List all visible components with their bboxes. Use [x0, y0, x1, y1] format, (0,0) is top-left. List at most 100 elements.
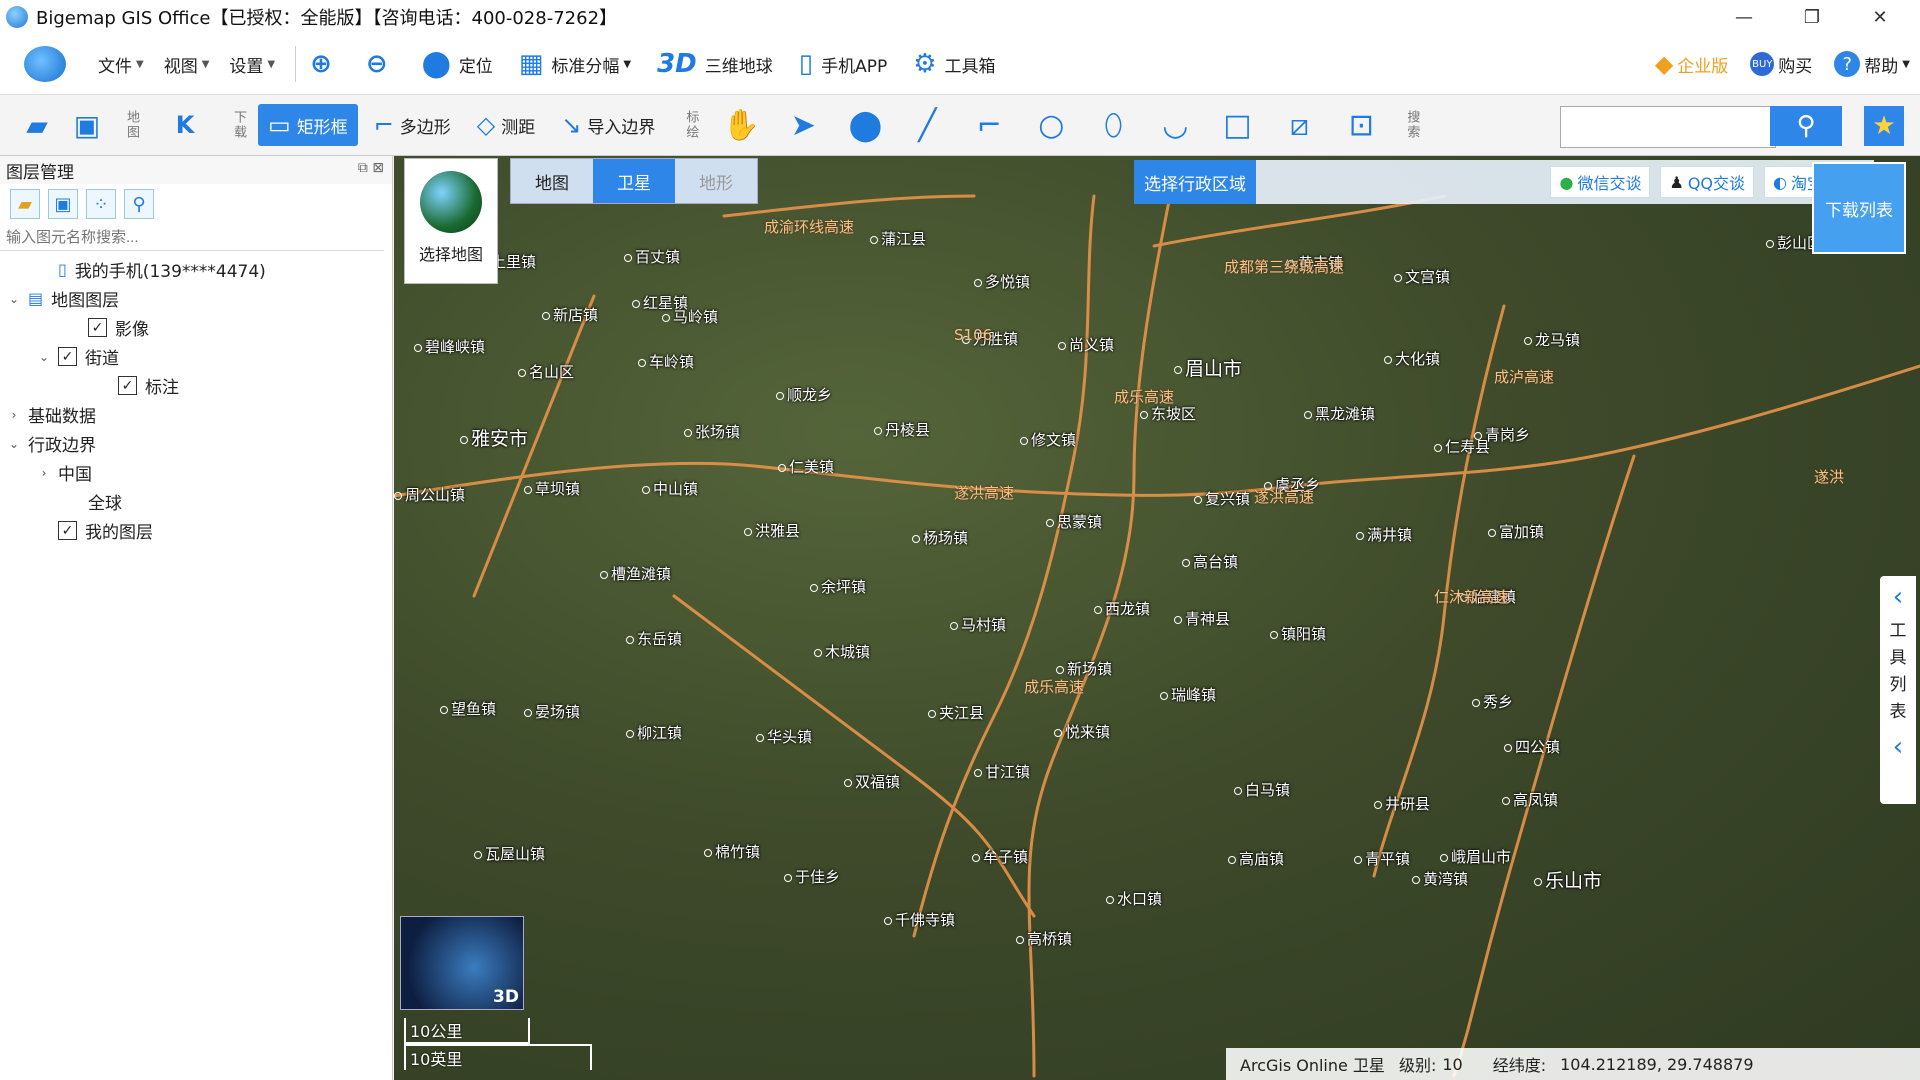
zoom-out-button[interactable]: ⊖ — [366, 51, 396, 77]
locate-button[interactable]: ⬤ 定位 — [422, 51, 493, 77]
mobile-app-button[interactable]: ▯ 手机APP — [799, 51, 887, 77]
chevron-down-icon: ▼ — [623, 58, 632, 70]
search-button[interactable]: ⚲ — [1770, 106, 1842, 146]
layer-checkbox[interactable]: ✓ — [88, 318, 107, 337]
place-marker-icon — [1534, 877, 1542, 886]
place-name: 乐山市 — [1545, 870, 1603, 892]
place-label: 黑龙滩镇 — [1304, 403, 1375, 424]
tree-item[interactable]: ⌄ 行政边界 — [0, 429, 392, 458]
layer-checkbox[interactable]: ✓ — [58, 347, 77, 366]
scatter-icon[interactable]: ⁘ — [86, 189, 116, 219]
polygon-button[interactable]: ⌐ 多边形 — [364, 104, 461, 146]
layer-search-input[interactable] — [0, 224, 384, 251]
open-folder-icon[interactable]: ▰ — [18, 106, 56, 144]
save-icon[interactable]: ▣ — [48, 189, 78, 219]
search-icon[interactable]: ⚲ — [124, 189, 154, 219]
area-tool-icon[interactable]: ⊡ — [1336, 104, 1386, 146]
location-pin-icon: ⬤ — [421, 49, 451, 79]
road-label: 成泸高速 — [1494, 368, 1555, 386]
place-marker-icon — [1374, 800, 1382, 809]
search-input[interactable] — [1560, 106, 1776, 148]
wechat-chat-button[interactable]: ● 微信交谈 — [1550, 166, 1651, 198]
zoom-in-button[interactable]: ⊕ — [310, 51, 340, 77]
tree-item[interactable]: 全球 — [0, 487, 392, 516]
measure-distance-button[interactable]: ◇ 测距 — [467, 104, 545, 146]
tree-item[interactable]: ⌄ ▤ 地图图层 — [0, 284, 392, 313]
3d-globe-button[interactable]: 3D 三维地球 — [657, 51, 773, 77]
tab-satellite[interactable]: 卫星 — [593, 159, 675, 203]
circle-icon[interactable]: ○ — [1026, 104, 1076, 146]
place-name: 水口镇 — [1117, 890, 1163, 908]
marker-icon[interactable]: ⬤ — [840, 104, 890, 146]
standard-grid-button[interactable]: ▦ 标准分幅 ▼ — [519, 51, 631, 77]
close-button[interactable]: ✕ — [1850, 0, 1910, 34]
buy-label: 购买 — [1778, 56, 1813, 77]
tree-item[interactable]: ✓ 我的图层 — [0, 516, 392, 545]
menu-view[interactable]: 视图 ▼ — [164, 52, 210, 77]
window-title: Bigemap GIS Office【已授权：全能版】【咨询电话：400-028… — [36, 8, 618, 29]
menu-file[interactable]: 文件 ▼ — [98, 52, 144, 77]
minimize-button[interactable]: — — [1714, 0, 1774, 34]
place-name: 蒲江县 — [881, 230, 927, 248]
chevron-right-icon[interactable]: › — [36, 466, 52, 480]
chevron-down-icon[interactable]: ⌄ — [6, 292, 22, 306]
tree-item[interactable]: ✓ 标注 — [0, 371, 392, 400]
tool-list-panel[interactable]: ‹ 工 具 列 表 ‹ — [1880, 576, 1916, 804]
3d-globe-thumbnail[interactable]: 3D — [400, 916, 524, 1010]
3d-icon: 3D — [657, 49, 697, 79]
layer-checkbox[interactable]: ✓ — [58, 521, 77, 540]
curve-icon[interactable]: ◡ — [1150, 104, 1200, 146]
place-name: 尚义镇 — [1069, 336, 1115, 354]
help-button[interactable]: ? 帮助 ▼ — [1834, 51, 1910, 77]
place-label: 马村镇 — [950, 614, 1006, 635]
line-icon[interactable]: ╱ — [902, 104, 952, 146]
tab-map[interactable]: 地图 — [511, 159, 593, 203]
toolbox-button[interactable]: ⚙ 工具箱 — [913, 51, 995, 77]
chevron-right-icon[interactable]: › — [6, 408, 22, 422]
float-icon[interactable]: ⧉ — [358, 160, 368, 176]
chevron-down-icon[interactable]: ⌄ — [6, 437, 22, 451]
3d-label: 3D — [493, 987, 519, 1007]
chevron-down-icon[interactable]: ⌄ — [36, 350, 52, 364]
select-region-button[interactable]: 选择行政区域 — [1134, 160, 1256, 204]
tree-item-label: 地图图层 — [51, 291, 120, 311]
rectangle-draw-icon[interactable]: □ — [1212, 104, 1262, 146]
qq-chat-button[interactable]: ♟ QQ交谈 — [1660, 166, 1755, 198]
import-boundary-button[interactable]: ↘ 导入边界 — [551, 104, 665, 146]
globe-icon — [420, 171, 482, 233]
place-name: 高庙镇 — [1239, 850, 1285, 868]
close-icon[interactable]: ⊠ — [372, 160, 384, 176]
download-list-button[interactable]: 下载列表 — [1812, 162, 1906, 254]
pan-hand-icon[interactable]: ✋ — [716, 104, 766, 146]
map-source-icon[interactable]: K — [157, 106, 213, 144]
place-label: 龙马镇 — [1524, 329, 1580, 350]
place-name: 多悦镇 — [985, 273, 1031, 291]
tree-item[interactable]: ⌄ ✓ 街道 — [0, 342, 392, 371]
tab-terrain[interactable]: 地形 — [675, 159, 757, 203]
favorites-button[interactable]: ★ — [1864, 106, 1904, 146]
measure-ruler-icon[interactable]: ⧄ — [1274, 104, 1324, 146]
layer-checkbox[interactable]: ✓ — [118, 376, 137, 395]
place-label: 高桥镇 — [1016, 928, 1072, 949]
map-canvas[interactable]: 蒲江县 彭山区 黄丰镇 文宫镇 上里镇 百丈镇 多悦镇 新店镇 红星镇 马岭镇 碧峰峡镇 万胜镇 尚义镇… — [394, 156, 1920, 1080]
tree-item[interactable]: › 中国 — [0, 458, 392, 487]
tree-item[interactable]: › 基础数据 — [0, 400, 392, 429]
select-pointer-icon[interactable]: ➤ — [778, 104, 828, 146]
restore-button[interactable]: ❐ — [1782, 0, 1842, 34]
menu-settings[interactable]: 设置 ▼ — [229, 52, 275, 77]
rectangle-select-button[interactable]: ▭ 矩形框 — [258, 104, 358, 146]
buy-button[interactable]: BUY 购买 — [1750, 52, 1812, 77]
ellipse-icon[interactable]: ⬯ — [1088, 104, 1138, 146]
chevron-left-icon[interactable]: ‹ — [1893, 582, 1903, 612]
enterprise-button[interactable]: ◆ 企业版 — [1655, 50, 1728, 78]
tree-item[interactable]: ✓ 影像 — [0, 313, 392, 342]
chevron-left-icon[interactable]: ‹ — [1893, 732, 1903, 762]
map-selector[interactable]: 选择地图 — [404, 158, 498, 284]
polyline-icon[interactable]: ⌐ — [964, 104, 1014, 146]
save-icon[interactable]: ▣ — [68, 106, 106, 144]
place-marker-icon — [1228, 855, 1236, 864]
open-folder-icon[interactable]: ▰ — [10, 189, 40, 219]
tree-item[interactable]: ▯ 我的手机(139****4474) — [0, 255, 392, 284]
place-marker-icon — [972, 853, 980, 862]
place-label: 张场镇 — [684, 421, 740, 442]
